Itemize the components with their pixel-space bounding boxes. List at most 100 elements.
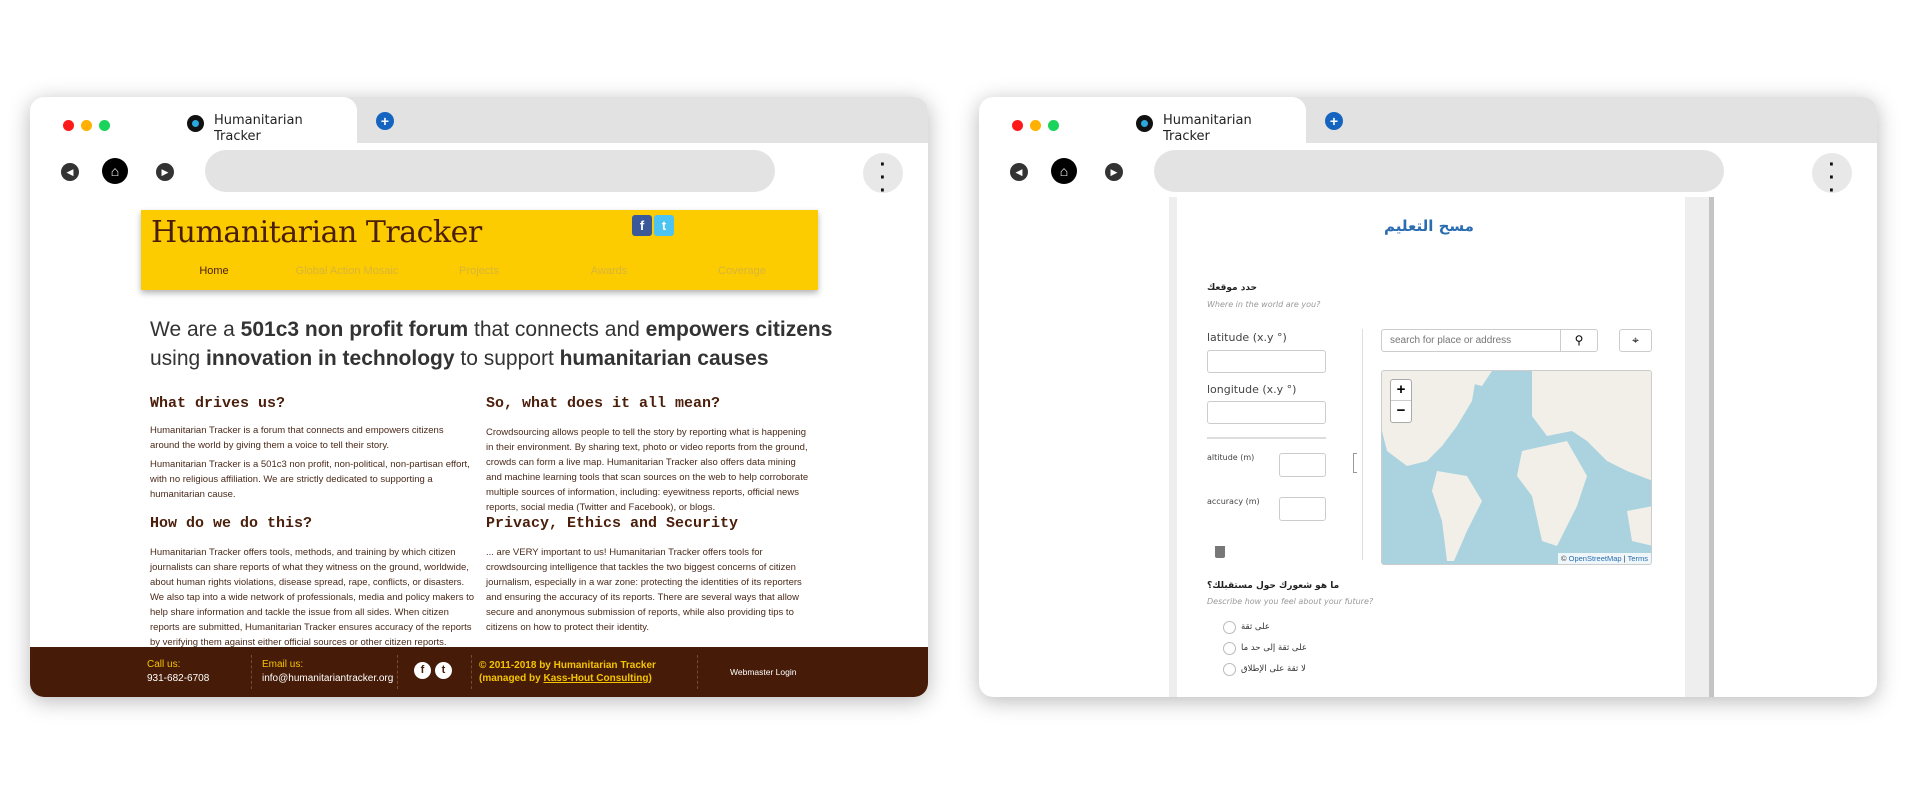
browser-window-right: Humanitarian Tracker + ◀ ⌂ ▶ · · · مسح الت… <box>979 97 1877 697</box>
bracket <box>1353 453 1357 473</box>
section-title: So, what does it all mean? <box>486 395 721 412</box>
twitter-icon[interactable]: t <box>435 662 452 679</box>
consulting-link[interactable]: Kass-Hout Consulting <box>543 673 648 684</box>
email-label: Email us: <box>262 659 304 670</box>
radio-label: على ثقة <box>1241 622 1270 632</box>
future-question: ما هو شعورك حول مستقبلك؟ <box>1207 581 1340 591</box>
back-icon[interactable]: ◀ <box>1010 163 1028 181</box>
favicon-icon <box>1136 115 1153 132</box>
site-footer: Call us: 931-682-6708 Email us: info@hum… <box>30 647 928 697</box>
location-question: حدد موقعك <box>1207 283 1258 293</box>
divider <box>251 655 252 689</box>
nav-awards[interactable]: Awards <box>591 265 627 277</box>
locate-icon[interactable]: ⌖ <box>1619 329 1652 352</box>
column-divider <box>1362 329 1363 560</box>
maximize-dot[interactable] <box>99 120 110 131</box>
section-text: Humanitarian Tracker is a 501c3 non prof… <box>150 459 470 500</box>
divider <box>1207 437 1326 439</box>
home-icon[interactable]: ⌂ <box>1051 158 1077 184</box>
back-icon[interactable]: ◀ <box>61 163 79 181</box>
address-bar[interactable] <box>205 150 775 192</box>
latitude-label: latitude (x.y °) <box>1207 331 1287 344</box>
longitude-label: longitude (x.y °) <box>1207 383 1297 396</box>
section-title: How do we do this? <box>150 515 313 532</box>
radio-option[interactable] <box>1223 621 1236 634</box>
close-dot[interactable] <box>1012 120 1023 131</box>
radio-option[interactable] <box>1223 663 1236 676</box>
section-text: ... are VERY important to us! Humanitari… <box>486 547 802 633</box>
zoom-in-button[interactable]: + <box>1391 380 1411 401</box>
home-icon[interactable]: ⌂ <box>102 158 128 184</box>
new-tab-button[interactable]: + <box>1325 112 1343 130</box>
map-attribution: © OpenStreetMap | Terms <box>1558 553 1651 564</box>
favicon-icon <box>187 115 204 132</box>
location-hint: Where in the world are you? <box>1207 300 1321 309</box>
section-title: Privacy, Ethics and Security <box>486 515 739 532</box>
trash-icon[interactable] <box>1215 546 1225 558</box>
site-header: Humanitarian Tracker f t Home Global Act… <box>141 210 818 290</box>
altitude-input[interactable] <box>1279 453 1326 477</box>
twitter-icon[interactable]: t <box>654 215 674 236</box>
accuracy-label: accuracy (m) <box>1207 497 1260 506</box>
nav-projects[interactable]: Projects <box>459 265 499 277</box>
section-text: Humanitarian Tracker offers tools, metho… <box>150 547 475 648</box>
nav-global-action-mosaic[interactable]: Global Action Mosaic <box>296 265 399 277</box>
nav-home[interactable]: Home <box>199 265 228 277</box>
divider <box>697 655 698 689</box>
section-text: Crowdsourcing allows people to tell the … <box>486 427 809 513</box>
webmaster-login-link[interactable]: Webmaster Login <box>730 667 796 677</box>
divider <box>397 655 398 689</box>
australia <box>1627 506 1651 546</box>
radio-option[interactable] <box>1223 642 1236 655</box>
accuracy-input[interactable] <box>1279 497 1326 521</box>
south-america <box>1432 471 1482 561</box>
nav-coverage[interactable]: Coverage <box>718 265 766 277</box>
search-icon[interactable]: ⚲ <box>1560 329 1598 352</box>
divider <box>471 655 472 689</box>
form-title: مسح التعليم <box>1384 217 1474 235</box>
zoom-out-button[interactable]: − <box>1391 401 1411 422</box>
tab-title: Humanitarian Tracker <box>1163 113 1252 144</box>
page-gutter-left <box>1169 197 1177 697</box>
tab-active[interactable]: Humanitarian Tracker <box>30 97 357 145</box>
africa <box>1517 441 1587 546</box>
email-link[interactable]: info@humanitariantracker.org <box>262 673 393 684</box>
headline-line-1: We are a 501c3 non profit forum that con… <box>150 318 833 341</box>
headline-line-2: using innovation in technology to suppor… <box>150 347 769 370</box>
altitude-label: altitude (m) <box>1207 453 1255 462</box>
zoom-control: + − <box>1390 379 1412 423</box>
terms-link[interactable]: Terms <box>1628 554 1648 563</box>
osm-link[interactable]: OpenStreetMap <box>1569 554 1622 563</box>
copyright: © 2011-2018 by Humanitarian Tracker (man… <box>479 660 656 684</box>
browser-window-left: Humanitarian Tracker + ◀ ⌂ ▶ · · · Humanit… <box>30 97 928 697</box>
facebook-icon[interactable]: f <box>414 662 431 679</box>
new-tab-button[interactable]: + <box>376 112 394 130</box>
section-title: What drives us? <box>150 395 286 412</box>
scrollbar[interactable] <box>1709 197 1714 697</box>
tab-active[interactable]: Humanitarian Tracker <box>979 97 1306 145</box>
tab-title: Humanitarian Tracker <box>214 113 303 144</box>
minimize-dot[interactable] <box>1030 120 1041 131</box>
map[interactable]: + − © OpenStreetMap | Terms <box>1381 370 1652 565</box>
longitude-input[interactable] <box>1207 401 1326 424</box>
section-text: Humanitarian Tracker is a forum that con… <box>150 425 444 451</box>
phone: 931-682-6708 <box>147 673 210 684</box>
future-hint: Describe how you feel about your future? <box>1207 597 1374 606</box>
site-logo[interactable]: Humanitarian Tracker <box>151 215 482 250</box>
forward-icon[interactable]: ▶ <box>156 163 174 181</box>
radio-label: لا ثقة على الإطلاق <box>1241 664 1306 674</box>
map-search-input[interactable] <box>1381 329 1561 352</box>
minimize-dot[interactable] <box>81 120 92 131</box>
menu-icon[interactable]: · · · <box>1812 153 1852 201</box>
latitude-input[interactable] <box>1207 350 1326 373</box>
page-gutter-right <box>1685 197 1709 697</box>
forward-icon[interactable]: ▶ <box>1105 163 1123 181</box>
close-dot[interactable] <box>63 120 74 131</box>
address-bar[interactable] <box>1154 150 1724 192</box>
world-map <box>1382 371 1651 561</box>
radio-label: على ثقة إلى حد ما <box>1241 643 1307 653</box>
maximize-dot[interactable] <box>1048 120 1059 131</box>
facebook-icon[interactable]: f <box>632 215 652 236</box>
menu-icon[interactable]: · · · <box>863 153 903 201</box>
call-label: Call us: <box>147 659 181 670</box>
